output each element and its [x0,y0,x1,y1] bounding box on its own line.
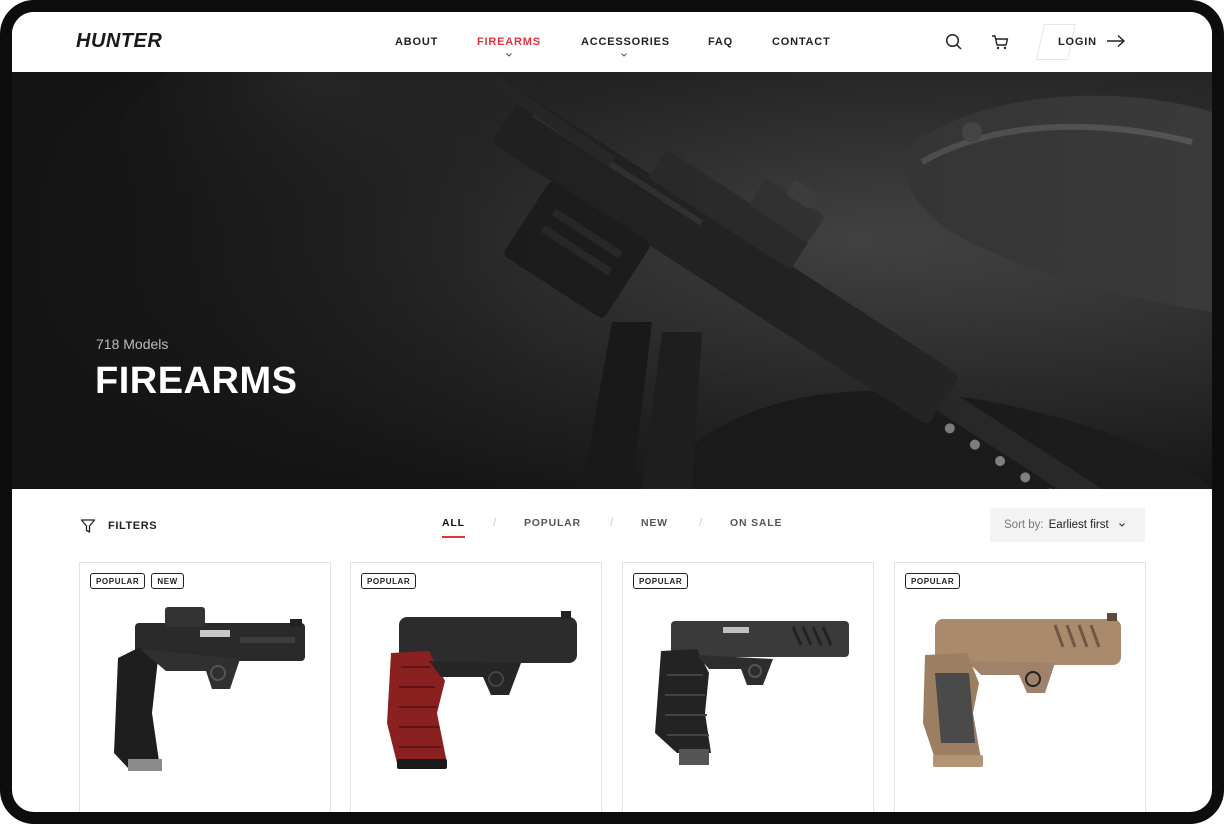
site-header: HUNTER ABOUT FIREARMS ACCESSORIES FAQ CO… [12,12,1212,72]
pistol-image [114,607,305,771]
arrow-right-icon[interactable] [1106,33,1126,49]
hero-rifle-image [12,72,1212,489]
tab-on-sale[interactable]: ON SALE [730,517,782,529]
hero-title: FIREARMS [95,360,298,402]
nav-accessories[interactable]: ACCESSORIES [581,36,670,48]
tab-new[interactable]: NEW [641,517,668,529]
pistol-image [387,611,577,769]
badge-group: POPULAR [633,573,689,589]
sort-value: Earliest first [1048,519,1109,531]
tab-separator: / [699,517,703,529]
tab-all[interactable]: ALL [442,517,465,529]
tab-separator: / [493,517,497,529]
chevron-down-icon[interactable] [620,51,628,59]
browser-viewport: HUNTER ABOUT FIREARMS ACCESSORIES FAQ CO… [12,12,1212,812]
main-nav: ABOUT FIREARMS ACCESSORIES FAQ CONTACT [12,36,1212,66]
badge-popular: POPULAR [90,573,146,589]
login-button[interactable]: LOGIN [1058,36,1097,48]
nav-about[interactable]: ABOUT [395,36,438,48]
product-card[interactable]: POPULAR [622,562,874,812]
search-icon[interactable] [944,32,964,52]
nav-contact[interactable]: CONTACT [772,36,831,48]
badge-popular: POPULAR [361,573,417,589]
product-card[interactable]: POPULAR [350,562,602,812]
active-tab-indicator [442,536,465,538]
sort-dropdown[interactable]: Sort by: Earliest first [990,508,1145,542]
badge-group: POPULAR NEW [90,573,184,589]
pistol-image [655,621,849,765]
hero-model-count: 718 Models [96,336,169,352]
pistol-image [923,613,1121,767]
tab-separator: / [610,517,614,529]
tab-popular[interactable]: POPULAR [524,517,581,529]
device-frame: HUNTER ABOUT FIREARMS ACCESSORIES FAQ CO… [0,0,1224,824]
product-card[interactable]: POPULAR NEW [79,562,331,812]
nav-faq[interactable]: FAQ [708,36,733,48]
hero-banner: 718 Models FIREARMS [12,72,1212,489]
badge-popular: POPULAR [633,573,689,589]
cart-icon[interactable] [990,32,1010,52]
nav-firearms[interactable]: FIREARMS [477,36,541,48]
chevron-down-icon [1118,523,1125,527]
badge-popular: POPULAR [905,573,961,589]
sort-label: Sort by: [1004,519,1044,531]
product-card[interactable]: POPULAR [894,562,1146,812]
badge-group: POPULAR [361,573,417,589]
badge-new: NEW [151,573,184,589]
chevron-down-icon[interactable] [505,51,513,59]
badge-group: POPULAR [905,573,961,589]
